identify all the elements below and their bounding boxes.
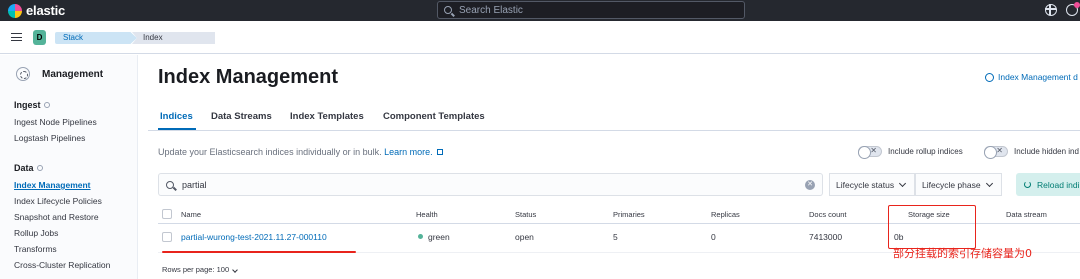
sidebar-item-rollup-jobs[interactable]: Rollup Jobs — [14, 228, 58, 238]
external-link-icon — [436, 149, 443, 155]
elastic-logo[interactable]: elastic — [8, 3, 65, 18]
global-search-input[interactable]: Search Elastic — [437, 1, 745, 19]
docs-link[interactable]: Index Management d — [985, 72, 1078, 82]
notification-dot — [1074, 2, 1080, 8]
annotation-note: 部分挂载的索引存储容量为0 — [893, 247, 1032, 260]
page-title: Index Management — [158, 66, 339, 88]
column-header-replicas[interactable]: Replicas — [711, 210, 740, 219]
annotation-highlight-box — [888, 205, 976, 249]
breadcrumb-index-management: Index Management — [132, 32, 215, 44]
chevron-down-icon — [899, 179, 907, 187]
breadcrumb-bar: D Stack Management Index Management — [0, 21, 1080, 54]
sidebar-item-logstash-pipelines[interactable]: Logstash Pipelines — [14, 133, 85, 143]
sidebar-item-snapshot-and-restore[interactable]: Snapshot and Restore — [14, 212, 99, 222]
management-sidebar: Management Ingest Ingest Node Pipelines … — [0, 55, 138, 279]
sidebar-item-cross-cluster-replication[interactable]: Cross-Cluster Replication — [14, 260, 110, 270]
tabs-divider — [148, 130, 1080, 131]
tab-component-templates[interactable]: Component Templates — [383, 111, 485, 122]
clear-search-icon[interactable]: ✕ — [805, 180, 815, 190]
tab-data-streams[interactable]: Data Streams — [211, 111, 272, 122]
replicas-cell: 0 — [711, 232, 716, 242]
tab-indices[interactable]: Indices — [160, 111, 193, 122]
tab-index-templates[interactable]: Index Templates — [290, 111, 364, 122]
breadcrumb-stack-management[interactable]: Stack Management — [55, 32, 137, 44]
sidebar-item-index-lifecycle-policies[interactable]: Index Lifecycle Policies — [14, 196, 102, 206]
management-gear-icon — [16, 67, 30, 81]
search-value: partial — [182, 179, 207, 190]
health-status-dot — [418, 234, 423, 239]
refresh-icon — [1024, 181, 1031, 188]
search-icon — [444, 6, 452, 14]
sidebar-title: Management — [42, 69, 104, 80]
menu-toggle-icon[interactable] — [11, 33, 22, 41]
index-search-input[interactable]: partial ✕ — [158, 173, 823, 196]
top-header: elastic Search Elastic — [0, 0, 1080, 21]
reload-indices-button[interactable]: Reload indi — [1016, 173, 1080, 196]
annotation-underline — [162, 251, 356, 253]
sidebar-item-ingest-node-pipelines[interactable]: Ingest Node Pipelines — [14, 117, 97, 127]
column-header-primaries[interactable]: Primaries — [613, 210, 645, 219]
column-header-name[interactable]: Name — [181, 210, 201, 219]
sidebar-section-ingest: Ingest — [14, 100, 50, 110]
primaries-cell: 5 — [613, 232, 618, 242]
elastic-logo-icon — [8, 3, 22, 18]
select-all-checkbox[interactable] — [162, 209, 172, 219]
sidebar-item-transforms[interactable]: Transforms — [14, 244, 57, 254]
sidebar-item-index-management[interactable]: Index Management — [14, 180, 91, 190]
help-circle-icon — [985, 72, 994, 82]
brand-name: elastic — [26, 3, 66, 18]
sidebar-section-data: Data — [14, 163, 43, 173]
info-icon — [43, 102, 50, 108]
page-description: Update your Elasticsearch indices indivi… — [158, 147, 443, 157]
chevron-down-icon — [985, 179, 993, 187]
column-header-data-stream[interactable]: Data stream — [1006, 210, 1047, 219]
docs-count-cell: 7413000 — [809, 232, 843, 242]
search-placeholder: Search Elastic — [459, 4, 523, 16]
include-rollup-toggle[interactable]: Include rollup indices — [858, 146, 963, 159]
hidden-switch[interactable] — [984, 146, 1008, 159]
status-cell: open — [515, 232, 534, 242]
info-icon — [36, 165, 43, 171]
index-name-link[interactable]: partial-wurong-test-2021.11.27-000110 — [181, 232, 327, 242]
include-hidden-toggle[interactable]: Include hidden ind — [984, 146, 1079, 159]
lifecycle-status-dropdown[interactable]: Lifecycle status — [829, 173, 915, 196]
column-header-docs-count[interactable]: Docs count — [809, 210, 847, 219]
column-header-health[interactable]: Health — [416, 210, 438, 219]
chevron-down-icon — [232, 267, 238, 273]
learn-more-link[interactable]: Learn more. — [384, 147, 433, 157]
search-icon — [166, 180, 174, 189]
help-icon[interactable] — [1045, 4, 1057, 16]
rollup-switch[interactable] — [858, 146, 882, 159]
health-cell: green — [418, 232, 450, 242]
space-avatar[interactable]: D — [33, 30, 46, 45]
row-checkbox[interactable] — [162, 232, 172, 242]
column-header-status[interactable]: Status — [515, 210, 536, 219]
lifecycle-phase-dropdown[interactable]: Lifecycle phase — [915, 173, 1002, 196]
rows-per-page-selector[interactable]: Rows per page: 100 — [162, 265, 238, 274]
